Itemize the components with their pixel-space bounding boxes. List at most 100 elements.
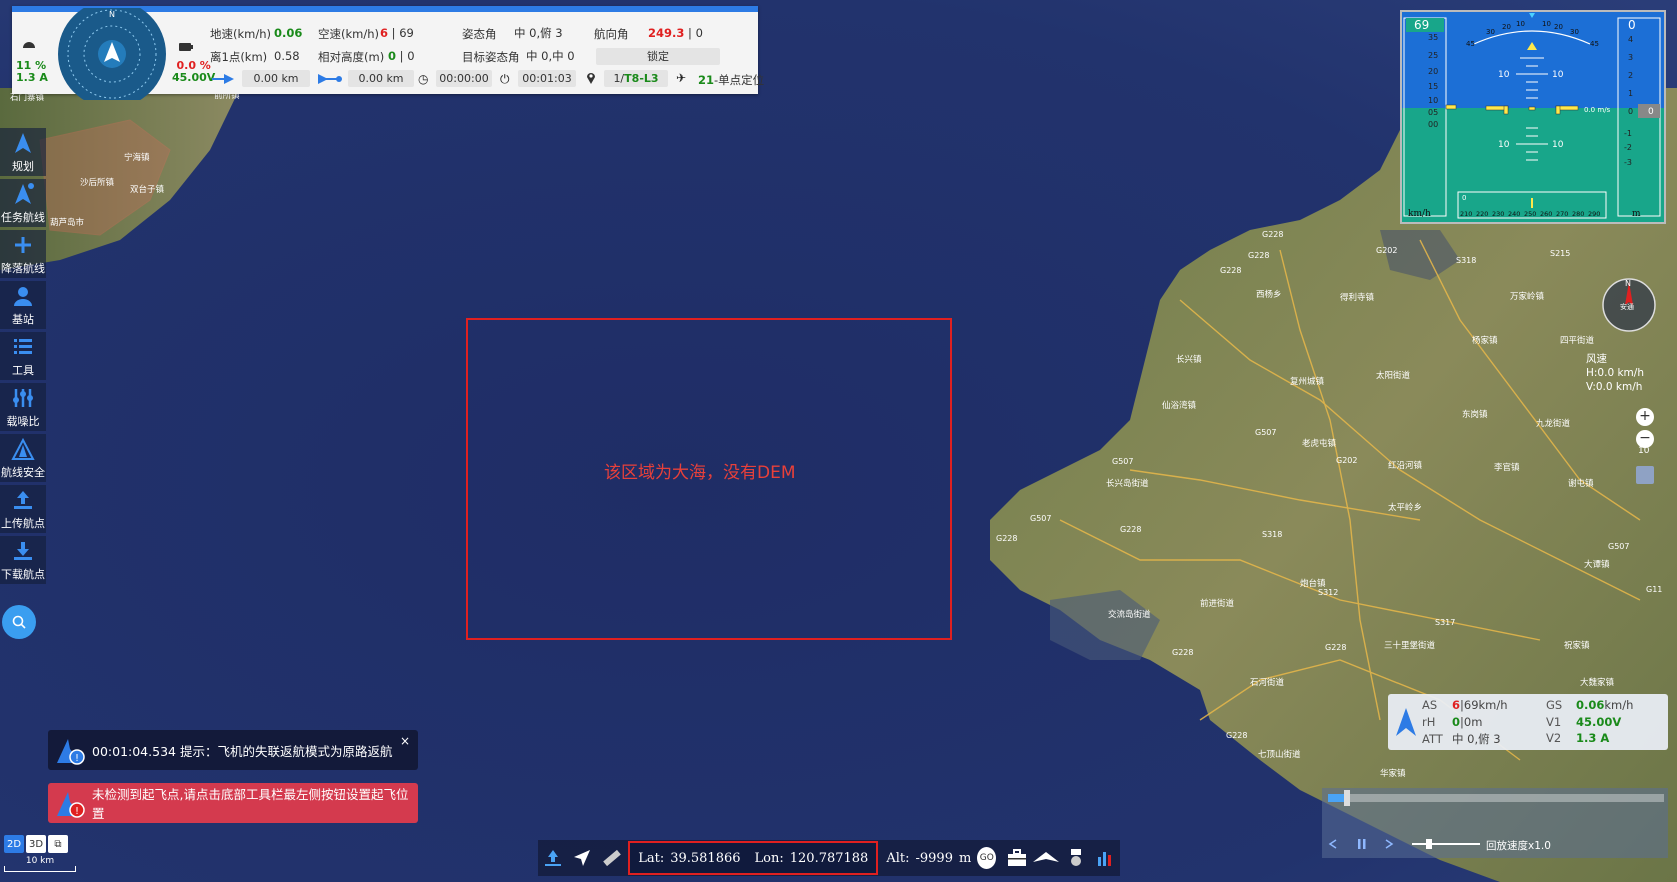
pfd-roll-mark: 30 bbox=[1570, 28, 1579, 36]
map-town-label: 得利寺镇 bbox=[1340, 292, 1375, 303]
attitude-value: 中 0,俯 3 bbox=[514, 26, 563, 40]
ground-speed-value: 0.06 bbox=[274, 26, 303, 40]
compass-dial: N bbox=[56, 8, 168, 100]
lon-value: 120.787188 bbox=[789, 850, 869, 866]
layer-button[interactable] bbox=[1636, 466, 1654, 484]
ground-speed-label: 地速(km/h) bbox=[210, 27, 271, 41]
pfd-speed-readout: 69 bbox=[1414, 18, 1429, 32]
toolbar-tools[interactable]: 工具 bbox=[0, 332, 46, 380]
speed-slider-handle bbox=[1426, 839, 1432, 849]
wind-title: 风速 bbox=[1586, 353, 1607, 365]
map-town-label: 太平岭乡 bbox=[1388, 502, 1422, 513]
zoom-in-button[interactable]: + bbox=[1636, 408, 1654, 426]
pause-icon bbox=[1358, 839, 1366, 849]
toolbar-mission-route[interactable]: 任务航线 bbox=[0, 179, 46, 227]
toolbox-icon bbox=[1008, 849, 1027, 866]
ruler-button[interactable] bbox=[597, 841, 626, 875]
pfd-alt-tick: 1 bbox=[1628, 89, 1633, 98]
toolbar-upload-waypoints-label: 上传航点 bbox=[1, 517, 45, 530]
target-attitude-label: 目标姿态角 bbox=[462, 50, 520, 64]
battery-icon bbox=[179, 40, 193, 54]
toolbar-plan[interactable]: 规划 bbox=[0, 128, 46, 176]
lock-button[interactable]: 锁定 bbox=[596, 48, 720, 65]
toolbar-landing-route[interactable]: 降落航线 bbox=[0, 230, 46, 278]
map-town-label: 太阳街道 bbox=[1376, 370, 1411, 381]
map-road-label: G228 bbox=[1172, 648, 1193, 657]
pfd-alt-unit: m bbox=[1632, 209, 1641, 219]
toolbar-base-station-label: 基站 bbox=[12, 313, 34, 326]
set-takeoff-button[interactable] bbox=[538, 841, 567, 875]
view-2d-button[interactable]: 2D bbox=[4, 835, 24, 853]
heading-value: 249.3 | 0 bbox=[648, 26, 703, 40]
coordinate-readout: Lat: 39.581866 Lon: 120.787188 bbox=[628, 841, 879, 875]
toolbar-landing-route-label: 降落航线 bbox=[1, 262, 45, 275]
nav-compass[interactable]: N 安通 bbox=[1600, 276, 1658, 334]
pfd-roll-mark: 10 bbox=[1516, 20, 1525, 28]
toolbar-snr[interactable]: 载噪比 bbox=[0, 383, 46, 431]
pfd-pitch-mark: 10 bbox=[1552, 140, 1564, 150]
status-att-row: ATT 中 0,俯 3 bbox=[1422, 732, 1501, 746]
upload-icon bbox=[14, 491, 32, 509]
toolbar-base-station[interactable]: 基站 bbox=[0, 281, 46, 329]
timer-2-value: 00:01:03 bbox=[518, 70, 576, 87]
pfd-pitch-mark: 10 bbox=[1498, 70, 1510, 80]
pfd-roll-mark: 20 bbox=[1554, 23, 1563, 31]
pfd-alt-readout: 0 bbox=[1628, 18, 1636, 32]
map-town-label: 谢屯镇 bbox=[1568, 478, 1594, 489]
bottom-toolbar: Lat: 39.581866 Lon: 120.787188 Alt: -999… bbox=[538, 840, 1120, 876]
go-button[interactable]: GO bbox=[977, 847, 997, 869]
annotation-text: 该区域为大海，没有DEM bbox=[604, 463, 796, 483]
search-button[interactable] bbox=[2, 605, 36, 639]
camera-icon bbox=[1070, 849, 1081, 866]
pfd-speed-tick: 05 bbox=[1428, 108, 1438, 117]
heading-label: 航向角 bbox=[594, 27, 629, 41]
distance-arrow-icon bbox=[212, 73, 234, 87]
view-copy-button[interactable]: ⧉ bbox=[48, 835, 68, 853]
pfd-heading-tick: 280 bbox=[1572, 210, 1584, 218]
alt-label: Alt: bbox=[886, 850, 910, 866]
safety-icon bbox=[11, 437, 35, 460]
pfd-heading-tick: 290 bbox=[1588, 210, 1600, 218]
relative-altitude-value: 0 | 0 bbox=[388, 49, 415, 63]
satellite-icon: ✈ bbox=[676, 71, 687, 85]
map-town-label: 石河街道 bbox=[1250, 677, 1285, 688]
playback-handle bbox=[1344, 790, 1350, 806]
map-town-label: 交流岛街道 bbox=[1108, 609, 1151, 620]
map-road-label: G507 bbox=[1608, 542, 1629, 551]
alt-value: -9999 bbox=[915, 850, 953, 866]
toolbar-snr-label: 载噪比 bbox=[6, 415, 40, 428]
air-speed-label: 空速(km/h) bbox=[318, 27, 379, 41]
battery-left-current: 1.3 A bbox=[16, 71, 48, 84]
pfd-roll-mark: 45 bbox=[1590, 40, 1599, 48]
aircraft-button[interactable] bbox=[1032, 841, 1061, 875]
toolbar-upload-waypoints[interactable]: 上传航点 bbox=[0, 485, 46, 533]
map-road-label: G228 bbox=[1262, 230, 1283, 239]
close-icon[interactable]: × bbox=[400, 734, 410, 748]
status-rh-row: rH 0|0m bbox=[1422, 715, 1483, 729]
map-town-label: 七顶山街道 bbox=[1258, 749, 1301, 760]
wind-panel: 风速 H:0.0 km/h V:0.0 km/h bbox=[1586, 352, 1666, 396]
tools-icon bbox=[14, 339, 32, 354]
toolbar-route-safety[interactable]: 航线安全 bbox=[0, 434, 46, 482]
map-town-label: 三十里堡街道 bbox=[1384, 640, 1436, 651]
view-3d-button[interactable]: 3D bbox=[26, 835, 46, 853]
camera-button[interactable] bbox=[1061, 841, 1090, 875]
plan-icon bbox=[15, 133, 31, 153]
map-town-label: 大谭镇 bbox=[1584, 559, 1610, 570]
scale-bar: 10 km bbox=[4, 856, 76, 872]
map-road-label: G507 bbox=[1030, 514, 1051, 523]
distance-1-value: 0.00 km bbox=[242, 70, 310, 87]
pfd-roll-mark: 10 bbox=[1542, 20, 1551, 28]
toolbox-button[interactable] bbox=[1002, 841, 1031, 875]
toolbar-mission-route-label: 任务航线 bbox=[1, 211, 45, 224]
navigate-button[interactable] bbox=[567, 841, 596, 875]
download-icon bbox=[14, 542, 32, 560]
map-town-label: 祝家镇 bbox=[1564, 640, 1590, 651]
chart-button[interactable] bbox=[1091, 841, 1120, 875]
map-town-label: 九龙街道 bbox=[1536, 418, 1571, 429]
toolbar-download-waypoints[interactable]: 下载航点 bbox=[0, 536, 46, 584]
map-road-label: S317 bbox=[1435, 618, 1455, 627]
warning-icon: ! bbox=[57, 739, 85, 765]
pfd-heading-tick: 210 bbox=[1460, 210, 1472, 218]
pfd-speed-tick: 35 bbox=[1428, 33, 1438, 42]
